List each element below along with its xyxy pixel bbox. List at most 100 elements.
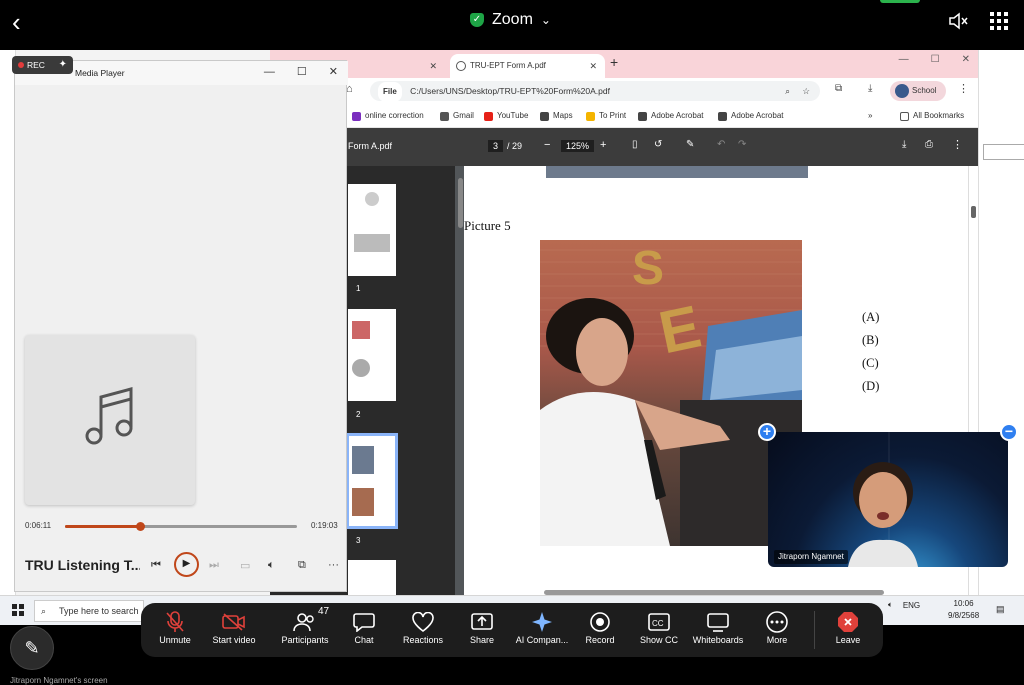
- minimize-video-icon[interactable]: −: [1000, 423, 1018, 441]
- page-thumbnail-4[interactable]: [348, 560, 396, 600]
- close-icon[interactable]: ✕: [329, 61, 338, 83]
- zoom-in-button[interactable]: +: [600, 139, 606, 151]
- print-icon[interactable]: ⎙: [925, 139, 933, 150]
- bookmark-label: To Print: [599, 111, 627, 120]
- bookmark-maps[interactable]: Maps: [540, 104, 573, 128]
- page-thumbnail-1[interactable]: [348, 184, 396, 276]
- previous-track-icon[interactable]: ⏮: [151, 559, 161, 572]
- speaker-muted-icon[interactable]: [948, 12, 968, 30]
- close-icon[interactable]: ✕: [962, 54, 970, 65]
- participant-video[interactable]: Jitraporn Ngamnet: [768, 432, 1008, 567]
- volume-icon[interactable]: 🔈︎: [888, 600, 893, 610]
- bookmark-label: Adobe Acrobat: [651, 111, 704, 120]
- play-button[interactable]: ▶: [174, 552, 199, 577]
- volume-icon[interactable]: 🔈︎: [268, 559, 275, 572]
- maximize-icon[interactable]: ☐: [297, 61, 307, 83]
- kebab-menu-icon[interactable]: ⋮: [958, 82, 969, 95]
- picture-label: Picture 5: [464, 218, 511, 233]
- mini-player-icon[interactable]: ⧉: [298, 559, 306, 572]
- unmute-button[interactable]: Unmute: [147, 609, 203, 645]
- svg-text:E: E: [653, 293, 706, 367]
- back-arrow-icon[interactable]: ‹: [12, 8, 32, 36]
- meeting-title[interactable]: ✓ Zoom ⌄: [470, 10, 551, 30]
- zoom-out-button[interactable]: −: [544, 139, 550, 151]
- sidebar-scrollbar[interactable]: [458, 178, 463, 228]
- download-icon[interactable]: ⤓: [902, 139, 906, 150]
- redo-icon[interactable]: ↷: [738, 139, 746, 150]
- profile-button[interactable]: School: [890, 81, 946, 101]
- control-label: AI Compan...: [515, 635, 569, 645]
- more-options-button[interactable]: ···: [328, 559, 339, 571]
- annotate-icon[interactable]: ✎: [686, 139, 694, 150]
- zoom-level-input[interactable]: 125%: [561, 140, 595, 152]
- bookmark-gmail[interactable]: Gmail: [440, 104, 474, 128]
- video-muted-icon: [206, 609, 262, 635]
- show-cc-button[interactable]: CC Show CC: [631, 609, 687, 645]
- address-bar-row: ⌂ File C:/Users/UNS/Desktop/TRU-EPT%20Fo…: [270, 78, 978, 104]
- download-icon[interactable]: ⤓: [868, 83, 872, 94]
- start-video-button[interactable]: Start video: [206, 609, 262, 645]
- undo-icon[interactable]: ↶: [717, 139, 725, 150]
- bookmarks-overflow-icon[interactable]: »: [868, 104, 872, 128]
- progress-handle[interactable]: [136, 522, 146, 531]
- all-bookmarks[interactable]: All Bookmarks: [900, 104, 964, 128]
- zoom-icon[interactable]: ⌕: [785, 81, 790, 101]
- minimize-icon[interactable]: —: [264, 61, 275, 83]
- ai-companion-button[interactable]: AI Compan...: [511, 609, 573, 645]
- annotate-pencil-button[interactable]: ✎: [10, 626, 54, 670]
- tab-pdf[interactable]: TRU-EPT Form A.pdf ✕: [450, 54, 605, 78]
- option-c[interactable]: (C): [862, 352, 879, 375]
- page-thumbnail-2[interactable]: [348, 309, 396, 401]
- chevron-down-icon: ⌄: [540, 13, 551, 27]
- page-thumbnail-3[interactable]: [346, 433, 398, 529]
- page-number-input[interactable]: 3: [488, 140, 504, 152]
- url-text: C:/Users/UNS/Desktop/TRU-EPT%20Form%20A.…: [410, 86, 610, 96]
- share-button[interactable]: Share: [454, 609, 510, 645]
- whiteboards-button[interactable]: Whiteboards: [687, 609, 749, 645]
- more-button[interactable]: More: [749, 609, 805, 645]
- option-b[interactable]: (B): [862, 329, 879, 352]
- extensions-icon[interactable]: ⧉: [835, 83, 842, 94]
- new-tab-button[interactable]: +: [610, 54, 618, 70]
- fit-page-icon[interactable]: ▯: [632, 139, 638, 150]
- option-d[interactable]: (D): [862, 375, 879, 398]
- address-bar[interactable]: File C:/Users/UNS/Desktop/TRU-EPT%20Form…: [370, 81, 820, 102]
- record-icon: [572, 609, 628, 635]
- bookmark-online-correction[interactable]: online correction: [352, 104, 424, 128]
- close-icon[interactable]: ✕: [429, 54, 437, 78]
- taskbar-clock[interactable]: 10:06 9/8/2568: [948, 598, 979, 622]
- bookmark-to-print[interactable]: To Print: [586, 104, 626, 128]
- control-label: Share: [469, 635, 495, 645]
- notifications-icon[interactable]: ▤: [996, 604, 1005, 615]
- bookmark-adobe-acrobat[interactable]: Adobe Acrobat: [638, 104, 703, 128]
- minimize-icon[interactable]: —: [899, 54, 909, 65]
- grid-icon[interactable]: [990, 12, 1008, 30]
- control-label: Participants: [281, 635, 329, 645]
- reactions-button[interactable]: Reactions: [395, 609, 451, 645]
- page-thumbnail-label: 3: [356, 536, 361, 545]
- record-button[interactable]: Record: [572, 609, 628, 645]
- bookmark-youtube[interactable]: YouTube: [484, 104, 528, 128]
- option-a[interactable]: (A): [862, 306, 879, 329]
- windows-start-icon[interactable]: [12, 604, 24, 616]
- system-tray: 🔈︎ ENG: [888, 600, 920, 610]
- rotate-icon[interactable]: ↺: [654, 139, 662, 150]
- zoom-top-bar: ‹ ✓ Zoom ⌄: [0, 0, 1024, 48]
- control-label: More: [766, 635, 788, 645]
- close-icon[interactable]: ✕: [589, 54, 597, 78]
- recording-badge[interactable]: REC ✦: [12, 56, 73, 74]
- pdf-toolbar: Form A.pdf 3 / 29 − 125% + ▯ ↺ ✎ ↶ ↷ ⤓ ⎙…: [270, 128, 978, 166]
- chat-button[interactable]: Chat: [336, 609, 392, 645]
- taskbar-search[interactable]: ⌕ Type here to search: [34, 600, 144, 622]
- leave-button[interactable]: Leave: [820, 609, 876, 645]
- next-track-icon[interactable]: ⏭: [209, 559, 219, 572]
- progress-slider[interactable]: [65, 522, 297, 531]
- captions-icon[interactable]: ▭: [240, 559, 250, 572]
- bookmark-label: All Bookmarks: [913, 111, 965, 120]
- star-icon[interactable]: ☆: [802, 81, 810, 101]
- kebab-menu-icon[interactable]: ⋮: [952, 138, 963, 151]
- maximize-icon[interactable]: ☐: [931, 54, 940, 65]
- add-icon[interactable]: +: [758, 423, 776, 441]
- input-language[interactable]: ENG: [903, 601, 920, 610]
- bookmark-adobe-acrobat-2[interactable]: Adobe Acrobat: [718, 104, 783, 128]
